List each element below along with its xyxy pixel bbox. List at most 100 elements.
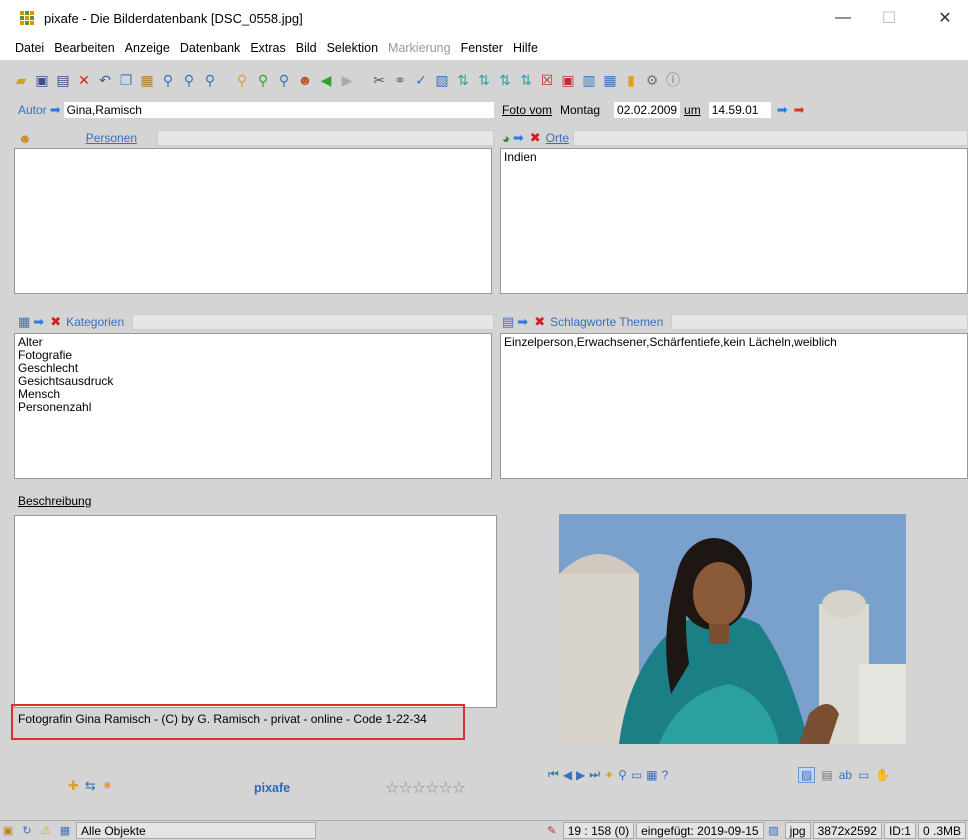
- description-label: Beschreibung: [18, 494, 92, 508]
- image-view-icon[interactable]: ▨: [798, 767, 816, 783]
- add-image-icon[interactable]: ✚: [68, 778, 79, 794]
- keywords-text[interactable]: Einzelperson,Erwachsener,Schärfentiefe,k…: [504, 336, 964, 349]
- author-input[interactable]: [63, 102, 494, 118]
- delete-icon[interactable]: ✖: [534, 314, 545, 330]
- database-icon[interactable]: ▮: [622, 71, 640, 89]
- list-item[interactable]: Alter: [18, 336, 488, 349]
- next-icon[interactable]: ▶: [576, 768, 585, 782]
- sort-asc-icon[interactable]: ⇅: [454, 71, 472, 89]
- paste-icon[interactable]: ▦: [138, 71, 156, 89]
- menu-bearbeiten[interactable]: Bearbeiten: [49, 41, 119, 55]
- minimize-button[interactable]: —: [820, 0, 866, 36]
- menu-datenbank[interactable]: Datenbank: [175, 41, 245, 55]
- settings-icon[interactable]: ⚙: [643, 71, 661, 89]
- unmark-icon[interactable]: ▣: [559, 71, 577, 89]
- network-icon[interactable]: ▦: [57, 823, 73, 839]
- back-icon[interactable]: ◀: [317, 71, 335, 89]
- menu-fenster[interactable]: Fenster: [456, 41, 508, 55]
- refresh-icon[interactable]: ↻: [19, 823, 35, 839]
- description-textarea[interactable]: [14, 515, 497, 708]
- time-input[interactable]: [708, 102, 771, 118]
- copyright-text[interactable]: Fotografin Gina Ramisch - (C) by G. Rami…: [18, 712, 427, 726]
- persons-list[interactable]: [14, 148, 492, 294]
- spellcheck-icon[interactable]: ✓: [412, 71, 430, 89]
- search-yellow-icon[interactable]: ⚲: [233, 71, 251, 89]
- comment-icon[interactable]: ▭: [858, 768, 869, 782]
- search-persons-icon[interactable]: ☻: [296, 71, 314, 89]
- photo-preview[interactable]: [559, 514, 906, 744]
- list-item[interactable]: Indien: [504, 151, 964, 164]
- find-icon[interactable]: ⚲: [159, 71, 177, 89]
- columns-icon[interactable]: ▥: [580, 71, 598, 89]
- delete-icon[interactable]: ✖: [50, 314, 61, 330]
- arrow-right-icon[interactable]: ➡: [777, 102, 788, 118]
- categories-label[interactable]: Kategorien: [66, 315, 124, 329]
- keywords-list[interactable]: Einzelperson,Erwachsener,Schärfentiefe,k…: [500, 333, 968, 479]
- warning-icon[interactable]: ⚠: [38, 823, 54, 839]
- rating-stars[interactable]: ☆☆☆☆☆☆: [385, 778, 466, 798]
- arrow-right-icon[interactable]: ➡: [517, 314, 528, 330]
- open-folder-icon[interactable]: ▰: [12, 71, 30, 89]
- sync-icon[interactable]: ⇆: [85, 778, 96, 794]
- search-blue-icon[interactable]: ⚲: [275, 71, 293, 89]
- delete-icon[interactable]: ✕: [75, 71, 93, 89]
- save-all-icon[interactable]: ▤: [54, 71, 72, 89]
- menu-bild[interactable]: Bild: [291, 41, 322, 55]
- help-icon[interactable]: ?: [662, 768, 669, 782]
- lock-icon[interactable]: ▣: [0, 823, 16, 839]
- magic-wand-icon[interactable]: ✷: [102, 778, 113, 794]
- hand-icon[interactable]: ✋: [875, 768, 890, 782]
- edit-icon[interactable]: ✎: [544, 823, 560, 839]
- copy-icon[interactable]: ❐: [117, 71, 135, 89]
- size-status: 0 .3MB: [917, 822, 966, 839]
- menu-extras[interactable]: Extras: [245, 41, 290, 55]
- menu-hilfe[interactable]: Hilfe: [508, 41, 543, 55]
- undo-icon[interactable]: ↶: [96, 71, 114, 89]
- sort-name-icon[interactable]: ⇅: [496, 71, 514, 89]
- zoom-icon[interactable]: ⚲: [618, 768, 627, 782]
- filter-status[interactable]: Alle Objekte: [76, 822, 316, 839]
- menu-anzeige[interactable]: Anzeige: [120, 41, 175, 55]
- slideshow-icon[interactable]: ✦: [604, 768, 614, 782]
- list-view-icon[interactable]: ▤: [821, 768, 832, 782]
- places-label[interactable]: Orte: [546, 131, 569, 145]
- search-green-icon[interactable]: ⚲: [254, 71, 272, 89]
- categories-list[interactable]: Alter Fotografie Geschlecht Gesichtsausd…: [14, 333, 492, 479]
- mark-icon[interactable]: ☒: [538, 71, 556, 89]
- link-icon[interactable]: ⚭: [391, 71, 409, 89]
- maximize-button[interactable]: ☐: [866, 0, 912, 36]
- first-icon[interactable]: ⏮: [548, 767, 559, 782]
- sort-desc-icon[interactable]: ⇅: [475, 71, 493, 89]
- categories-icon: ▦: [18, 314, 31, 329]
- date-input[interactable]: [614, 102, 681, 118]
- thumbnails-icon[interactable]: ▦: [646, 768, 657, 782]
- author-label[interactable]: Autor: [18, 103, 47, 117]
- persons-label[interactable]: Personen: [86, 131, 137, 145]
- places-list[interactable]: Indien: [500, 148, 968, 294]
- arrow-right-icon[interactable]: ➡: [33, 314, 44, 330]
- grid-icon[interactable]: ▦: [601, 71, 619, 89]
- arrow-right-icon[interactable]: ➡: [50, 102, 61, 118]
- delete-icon[interactable]: ✖: [530, 130, 541, 146]
- sort-date-icon[interactable]: ⇅: [517, 71, 535, 89]
- date-label: Foto vom: [502, 103, 553, 117]
- fullscreen-icon[interactable]: ▭: [631, 768, 642, 782]
- image-edit-icon[interactable]: ▧: [433, 71, 451, 89]
- menu-selektion[interactable]: Selektion: [322, 41, 383, 55]
- last-icon[interactable]: ⏭: [589, 767, 600, 782]
- save-icon[interactable]: ▣: [33, 71, 51, 89]
- list-item[interactable]: Gesichtsausdruck: [18, 375, 488, 388]
- text-edit-icon[interactable]: ab: [839, 768, 852, 782]
- menu-datei[interactable]: Datei: [10, 41, 49, 55]
- find-all-icon[interactable]: ⚲: [201, 71, 219, 89]
- close-button[interactable]: ✕: [922, 0, 968, 36]
- find-next-icon[interactable]: ⚲: [180, 71, 198, 89]
- list-item[interactable]: Personenzahl: [18, 401, 488, 414]
- prev-icon[interactable]: ◀: [563, 768, 572, 782]
- list-item[interactable]: Fotografie: [18, 349, 488, 362]
- tools-icon[interactable]: ✂: [370, 71, 388, 89]
- info-icon[interactable]: ⓘ: [664, 71, 682, 89]
- arrow-right-red-icon[interactable]: ➡: [794, 102, 805, 118]
- arrow-right-icon[interactable]: ➡: [513, 130, 524, 146]
- keywords-label[interactable]: Schlagworte Themen: [550, 315, 663, 329]
